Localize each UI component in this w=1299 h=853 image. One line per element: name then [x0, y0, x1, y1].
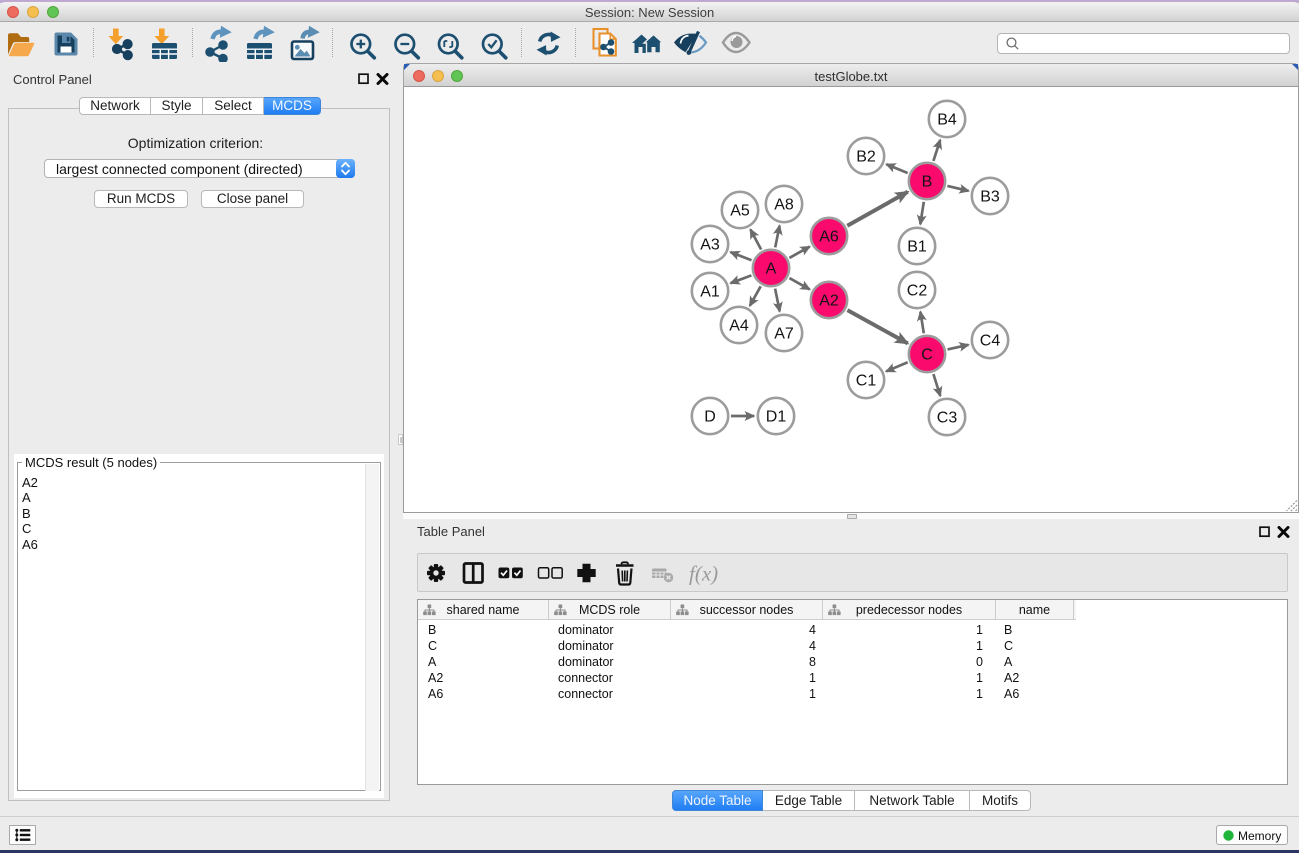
svg-text:A5: A5	[730, 203, 750, 220]
svg-text:A6: A6	[819, 229, 839, 246]
svg-text:B: B	[922, 174, 933, 191]
svg-text:A4: A4	[729, 318, 749, 335]
svg-text:A2: A2	[819, 293, 839, 310]
svg-text:A3: A3	[700, 237, 720, 254]
svg-text:C3: C3	[937, 410, 958, 427]
svg-text:C1: C1	[856, 373, 877, 390]
svg-text:C2: C2	[907, 283, 928, 300]
svg-text:f(x): f(x)	[689, 562, 718, 586]
svg-text:A7: A7	[774, 326, 794, 343]
svg-text:C4: C4	[980, 333, 1001, 350]
svg-text:A8: A8	[774, 197, 794, 214]
svg-text:B3: B3	[980, 189, 1000, 206]
svg-text:A: A	[766, 261, 777, 278]
svg-text:B1: B1	[907, 239, 927, 256]
svg-text:D: D	[704, 409, 716, 426]
svg-text:A1: A1	[700, 284, 720, 301]
svg-text:B4: B4	[937, 112, 957, 129]
svg-text:B2: B2	[856, 149, 876, 166]
svg-text:C: C	[921, 347, 933, 364]
svg-text:D1: D1	[766, 409, 787, 426]
